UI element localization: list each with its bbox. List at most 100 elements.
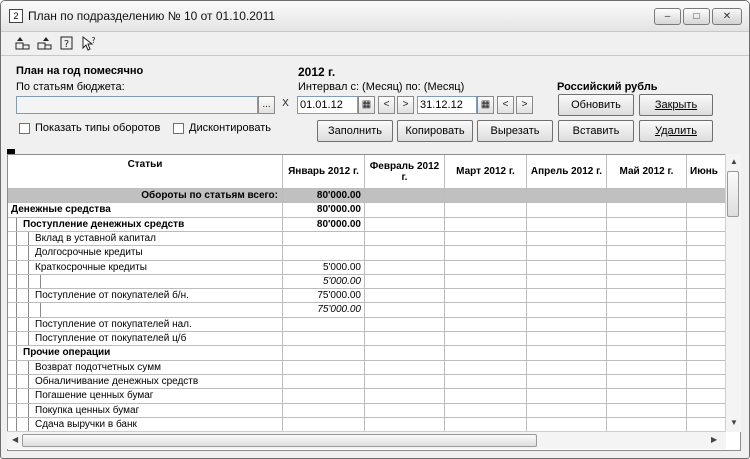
show-turnover-types-checkbox[interactable] (19, 123, 30, 134)
value-cell[interactable] (687, 375, 726, 389)
value-cell[interactable] (687, 275, 726, 289)
row-label[interactable]: Поступление от покупателей нал. (8, 318, 283, 332)
row-label[interactable]: Поступление денежных средств (8, 218, 283, 232)
row-label[interactable]: Краткосрочные кредиты (8, 261, 283, 275)
value-cell[interactable] (607, 218, 687, 232)
move-down-icon[interactable] (37, 36, 53, 51)
value-cell[interactable] (445, 189, 527, 203)
value-cell[interactable] (607, 418, 687, 432)
scroll-up-icon[interactable]: ▲ (730, 157, 738, 166)
value-cell[interactable] (365, 246, 445, 261)
value-cell[interactable] (445, 346, 527, 361)
row-label[interactable]: Покупка ценных бумаг (8, 404, 283, 418)
value-cell[interactable] (527, 261, 607, 275)
value-cell[interactable] (365, 289, 445, 303)
value-cell[interactable] (607, 246, 687, 261)
column-header[interactable]: Июнь (687, 155, 726, 189)
value-cell[interactable] (445, 418, 527, 432)
value-cell[interactable] (527, 189, 607, 203)
value-cell[interactable] (607, 404, 687, 418)
value-cell[interactable] (687, 346, 726, 361)
value-cell[interactable] (445, 389, 527, 404)
row-label[interactable]: Вклад в уставной капитал (8, 232, 283, 246)
value-cell[interactable] (527, 289, 607, 303)
value-cell-january[interactable] (283, 346, 365, 361)
value-cell-january[interactable]: 80'000.00 (283, 189, 365, 203)
value-cell-january[interactable] (283, 246, 365, 261)
value-cell[interactable] (365, 361, 445, 375)
budget-grid[interactable]: Статьи Январь 2012 г. Февраль 2012 г. Март … (7, 154, 741, 451)
value-cell[interactable] (445, 404, 527, 418)
date-from-next-button[interactable]: > (397, 96, 414, 114)
calendar-from-icon[interactable]: ▦ (358, 96, 375, 114)
horizontal-scrollbar[interactable]: ◀ ▶ (7, 431, 726, 449)
value-cell[interactable] (527, 246, 607, 261)
value-cell[interactable] (607, 289, 687, 303)
value-cell[interactable] (365, 389, 445, 404)
value-cell[interactable] (365, 375, 445, 389)
paste-button[interactable]: Вставить (558, 120, 634, 142)
value-cell-january[interactable] (283, 375, 365, 389)
value-cell[interactable] (445, 261, 527, 275)
value-cell[interactable] (445, 375, 527, 389)
copy-button[interactable]: Копировать (397, 120, 473, 142)
value-cell[interactable] (687, 261, 726, 275)
value-cell[interactable] (365, 346, 445, 361)
vertical-scroll-thumb[interactable] (727, 171, 739, 217)
value-cell-january[interactable] (283, 318, 365, 332)
value-cell[interactable] (687, 303, 726, 318)
value-cell[interactable] (445, 246, 527, 261)
row-label[interactable]: Долгосрочные кредиты (8, 246, 283, 261)
value-cell[interactable] (607, 189, 687, 203)
date-from-prev-button[interactable]: < (378, 96, 395, 114)
value-cell[interactable] (445, 232, 527, 246)
value-cell-january[interactable] (283, 332, 365, 346)
value-cell[interactable] (527, 346, 607, 361)
value-cell[interactable] (527, 318, 607, 332)
row-label[interactable]: Обналичивание денежных средств (8, 375, 283, 389)
column-header[interactable]: Апрель 2012 г. (527, 155, 607, 189)
value-cell-january[interactable]: 75'000.00 (283, 289, 365, 303)
row-label[interactable]: Денежные средства (8, 203, 283, 218)
refresh-button[interactable]: Обновить (558, 94, 634, 116)
value-cell[interactable] (445, 203, 527, 218)
value-cell[interactable] (607, 332, 687, 346)
value-cell[interactable] (365, 218, 445, 232)
value-cell-january[interactable] (283, 232, 365, 246)
value-cell[interactable] (365, 261, 445, 275)
scroll-down-icon[interactable]: ▼ (730, 418, 738, 427)
value-cell-january[interactable] (283, 389, 365, 404)
row-label[interactable]: Возврат подотчетных сумм (8, 361, 283, 375)
value-cell[interactable] (687, 318, 726, 332)
value-cell[interactable] (365, 318, 445, 332)
fill-button[interactable]: Заполнить (317, 120, 393, 142)
value-cell-january[interactable]: 80'000.00 (283, 203, 365, 218)
value-cell[interactable] (365, 232, 445, 246)
budget-items-field[interactable] (16, 96, 258, 114)
value-cell[interactable] (445, 275, 527, 289)
value-cell[interactable] (527, 418, 607, 432)
value-cell-january[interactable]: 5'000.00 (283, 275, 365, 289)
column-header[interactable]: Март 2012 г. (445, 155, 527, 189)
value-cell[interactable] (365, 418, 445, 432)
row-label[interactable] (8, 303, 283, 318)
discount-checkbox[interactable] (173, 123, 184, 134)
move-up-icon[interactable] (15, 36, 31, 51)
value-cell[interactable] (607, 232, 687, 246)
value-cell[interactable] (527, 404, 607, 418)
value-cell[interactable] (607, 389, 687, 404)
value-cell-january[interactable]: 75'000.00 (283, 303, 365, 318)
close-window-button[interactable]: ✕ (712, 8, 742, 25)
column-header[interactable]: Февраль 2012 г. (365, 155, 445, 189)
value-cell[interactable] (687, 189, 726, 203)
column-header[interactable]: Январь 2012 г. (283, 155, 365, 189)
horizontal-scroll-thumb[interactable] (22, 434, 537, 447)
row-label[interactable] (8, 275, 283, 289)
value-cell[interactable] (365, 332, 445, 346)
value-cell[interactable] (527, 218, 607, 232)
value-cell[interactable] (445, 289, 527, 303)
row-label[interactable]: Погашение ценных бумаг (8, 389, 283, 404)
context-help-icon[interactable]: ? (81, 35, 97, 51)
value-cell[interactable] (527, 389, 607, 404)
value-cell[interactable] (687, 389, 726, 404)
